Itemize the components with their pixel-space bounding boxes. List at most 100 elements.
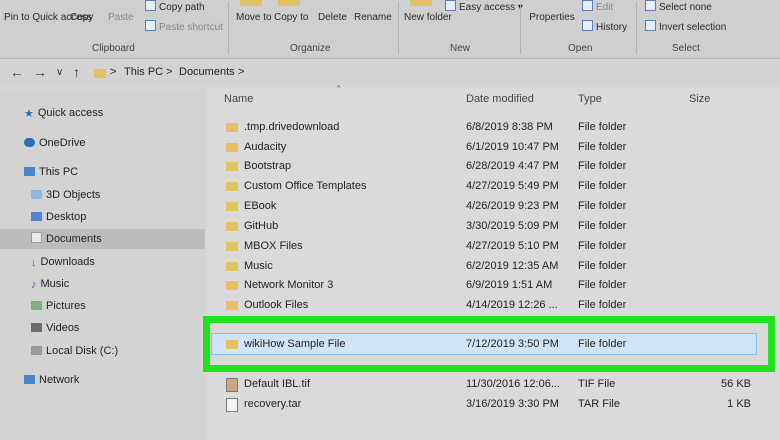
- file-date: 11/30/2016 12:06...: [466, 378, 560, 390]
- properties-button[interactable]: Properties: [524, 12, 580, 24]
- file-date: 6/2/2019 12:35 AM: [466, 260, 559, 272]
- history-button[interactable]: History: [582, 20, 627, 34]
- delete-button[interactable]: Delete: [318, 12, 347, 24]
- copy-path-button[interactable]: Copy path: [145, 0, 205, 14]
- breadcrumb-sep: >: [238, 66, 245, 78]
- file-size: 56 KB: [721, 378, 751, 390]
- breadcrumb-sep: >: [166, 66, 173, 78]
- back-arrow-icon[interactable]: ←: [10, 64, 24, 80]
- sidebar-item-videos[interactable]: Videos: [31, 318, 79, 338]
- sidebar-item-music[interactable]: ♪ Music: [31, 274, 69, 294]
- download-arrow-icon: ↓: [31, 257, 37, 269]
- copy-to-icon: [278, 0, 300, 6]
- sidebar-item-documents[interactable]: Documents: [0, 229, 205, 249]
- file-row[interactable]: .tmp.drivedownload 6/8/2019 8:38 PM File f…: [207, 118, 763, 137]
- recent-locations-chevron-icon[interactable]: ∨: [56, 67, 63, 78]
- file-row[interactable]: Outlook Files 4/14/2019 12:26 ... File fol…: [207, 296, 763, 315]
- column-header-size[interactable]: Size: [689, 93, 710, 105]
- file-date: 3/16/2019 3:30 PM: [466, 398, 559, 410]
- file-row[interactable]: Default IBL.tif 11/30/2016 12:06... TIF Fi…: [207, 375, 763, 394]
- file-row[interactable]: Audacity 6/1/2019 10:47 PM File folder: [207, 138, 763, 157]
- move-to-icon: [240, 0, 262, 6]
- select-none-icon: [645, 0, 656, 11]
- sidebar-item-quick-access[interactable]: ★ Quick access: [24, 103, 103, 123]
- paste-shortcut-label: Paste shortcut: [159, 22, 223, 33]
- move-to-button[interactable]: Move to: [236, 12, 272, 24]
- file-type: TIF File: [578, 378, 616, 390]
- file-date: 4/14/2019 12:26 ...: [466, 299, 558, 311]
- invert-selection-button[interactable]: Invert selection: [645, 20, 726, 34]
- sidebar-item-onedrive[interactable]: OneDrive: [24, 133, 85, 153]
- paste-shortcut-button[interactable]: Paste shortcut: [145, 20, 223, 34]
- new-folder-button[interactable]: New folder: [404, 12, 452, 24]
- film-icon: [31, 323, 42, 332]
- folder-icon: [226, 262, 238, 271]
- copy-button[interactable]: Copy: [70, 12, 93, 24]
- organize-group-label: Organize: [290, 43, 331, 54]
- sidebar-item-local-disk[interactable]: Local Disk (C:): [31, 341, 118, 361]
- easy-access-icon: [445, 0, 456, 11]
- file-row[interactable]: Bootstrap 6/28/2019 4:47 PM File folder: [207, 157, 763, 176]
- drive-icon: [31, 346, 42, 355]
- file-date: 4/26/2019 9:23 PM: [466, 200, 559, 212]
- easy-access-button[interactable]: Easy access ▾: [445, 0, 523, 14]
- file-size: 1 KB: [727, 398, 751, 410]
- easy-access-label: Easy access: [459, 2, 516, 13]
- breadcrumb-documents[interactable]: Documents: [179, 66, 235, 78]
- file-row[interactable]: Custom Office Templates 4/27/2019 5:49 PM…: [207, 177, 763, 196]
- file-name: Bootstrap: [244, 160, 292, 172]
- sidebar-item-pictures[interactable]: Pictures: [31, 296, 86, 316]
- edit-icon: [582, 0, 593, 11]
- sidebar-item-downloads[interactable]: ↓ Downloads: [31, 252, 95, 272]
- sidebar-item-3d-objects[interactable]: 3D Objects: [31, 185, 100, 205]
- sidebar-item-label: Videos: [46, 322, 80, 334]
- file-date: 6/8/2019 8:38 PM: [466, 121, 553, 133]
- sidebar-item-label: 3D Objects: [46, 189, 101, 201]
- file-type: File folder: [578, 180, 627, 192]
- sidebar-item-desktop[interactable]: Desktop: [31, 207, 86, 227]
- file-row[interactable]: EBook 4/26/2019 9:23 PM File folder: [207, 197, 763, 216]
- network-icon: [24, 375, 35, 384]
- column-header-name[interactable]: Name: [224, 93, 253, 105]
- pin-to-quick-access-button[interactable]: Pin to Quick access: [4, 12, 92, 24]
- folder-icon: [226, 340, 238, 349]
- folder-icon: [226, 202, 238, 211]
- file-type: File folder: [578, 121, 627, 133]
- sidebar-item-label: Local Disk (C:): [46, 345, 119, 357]
- sidebar-item-this-pc[interactable]: This PC: [24, 162, 78, 182]
- ribbon-separator: [636, 2, 637, 54]
- sidebar-item-label: This PC: [39, 166, 79, 178]
- star-icon: ★: [24, 108, 34, 120]
- breadcrumb-sep: >: [110, 66, 117, 78]
- sidebar-item-network[interactable]: Network: [24, 370, 79, 390]
- edit-button[interactable]: Edit: [582, 0, 613, 14]
- paste-button[interactable]: Paste: [108, 12, 134, 24]
- up-arrow-icon[interactable]: ↑: [73, 64, 80, 80]
- copy-path-icon: [145, 0, 156, 11]
- copy-to-button[interactable]: Copy to: [274, 12, 308, 24]
- file-name: Default IBL.tif: [244, 378, 311, 390]
- file-type: File folder: [578, 200, 627, 212]
- column-header-type[interactable]: Type: [578, 93, 602, 105]
- pictures-icon: [31, 301, 42, 310]
- file-row-selected[interactable]: wikiHow Sample File 7/12/2019 3:50 PM File…: [207, 335, 763, 354]
- forward-arrow-icon[interactable]: →: [33, 64, 47, 80]
- file-row[interactable]: Network Monitor 3 6/9/2019 1:51 AM File fo…: [207, 276, 763, 295]
- cube-icon: [31, 190, 42, 199]
- breadcrumb-this-pc[interactable]: This PC: [124, 66, 163, 78]
- rename-button[interactable]: Rename: [354, 12, 392, 24]
- sidebar-item-label: Network: [39, 374, 80, 386]
- clipboard-group-label: Clipboard: [92, 43, 135, 54]
- file-row[interactable]: MBOX Files 4/27/2019 5:10 PM File folder: [207, 237, 763, 256]
- new-folder-icon: [410, 0, 432, 6]
- file-date: 6/9/2019 1:51 AM: [466, 279, 553, 291]
- invert-selection-label: Invert selection: [659, 22, 727, 33]
- file-row[interactable]: GitHub 3/30/2019 5:09 PM File folder: [207, 217, 763, 236]
- file-type: File folder: [578, 160, 627, 172]
- file-name: .tmp.drivedownload: [244, 121, 340, 133]
- file-name: Custom Office Templates: [244, 180, 367, 192]
- file-row[interactable]: Music 6/2/2019 12:35 AM File folder: [207, 257, 763, 276]
- file-row[interactable]: recovery.tar 3/16/2019 3:30 PM TAR File 1 K…: [207, 395, 763, 414]
- select-none-button[interactable]: Select none: [645, 0, 712, 14]
- column-header-date-modified[interactable]: Date modified: [466, 93, 534, 105]
